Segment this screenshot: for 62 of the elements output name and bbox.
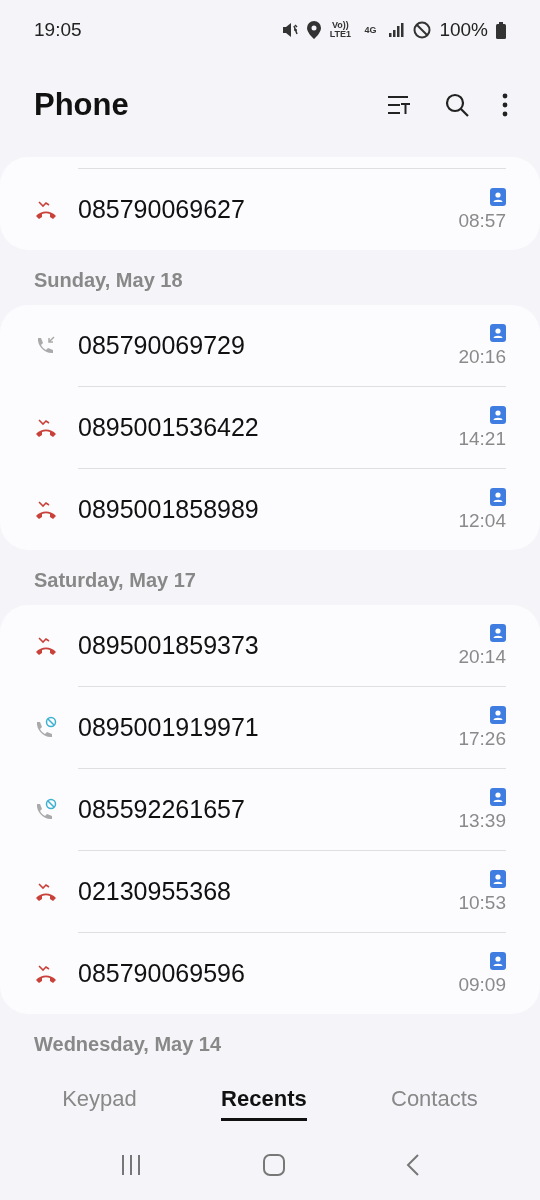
call-log-row[interactable]: 085592261657 13:39 [78,768,506,850]
signal-icon [389,23,406,37]
phone-number: 0895001536422 [78,413,260,442]
call-log-row[interactable]: 02130955368 10:53 [78,850,506,932]
contact-card-icon [490,323,506,342]
search-icon [444,91,470,118]
date-header: Saturday, May 17 [33,568,197,593]
date-header: Sunday, May 18 [33,268,184,293]
call-time: 17:26 [458,727,506,750]
location-icon [307,21,322,39]
contact-card-icon [490,951,506,970]
blocked-call-icon [34,797,58,822]
call-log-row[interactable]: 085790069729 20:16 [0,305,540,386]
more-icon [502,92,508,117]
call-log-row[interactable]: 085790069596 09:09 [78,932,506,1014]
call-time: 08:57 [458,209,506,232]
call-time: 10:53 [458,891,506,914]
call-log-row[interactable]: 0895001536422 14:21 [78,386,506,468]
missed-call-icon [34,634,58,657]
status-time: 19:05 [34,19,82,41]
phone-number: 0895001858989 [78,495,260,524]
call-time: 20:16 [458,345,506,368]
missed-call-icon [34,962,58,985]
call-time: 20:14 [458,645,506,668]
back-icon [404,1153,421,1177]
mute-icon [281,22,300,38]
call-time: 14:21 [458,427,506,450]
missed-call-icon [34,880,58,903]
missed-call-icon [34,198,58,221]
phone-number: 02130955368 [78,877,232,906]
call-time: 13:39 [458,809,506,832]
phone-number: 085790069627 [78,195,246,224]
call-log-row[interactable]: 0895001919971 17:26 [78,686,506,768]
call-log-row[interactable]: 0895001858989 12:04 [78,468,506,550]
contact-card-icon [490,405,506,424]
missed-call-icon [34,416,58,439]
bottom-tab[interactable]: Recents [221,1078,307,1121]
call-log-row[interactable]: 085790069627 08:57 [78,168,506,250]
contact-card-icon [490,187,506,206]
phone-number: 0895001919971 [78,713,260,742]
do-not-disturb-icon [413,21,432,39]
volte-label: Vo)) LTE1 [329,21,352,39]
network-label: 4G [363,25,378,35]
contact-card-icon [490,787,506,806]
call-time: 09:09 [458,973,506,996]
app-title: Phone [34,86,129,123]
battery-percent: 100% [439,19,488,41]
date-header: Wednesday, May 14 [33,1032,223,1057]
contact-card-icon [490,487,506,506]
contact-card-icon [490,869,506,888]
home-icon [262,1153,286,1177]
phone-number: 085592261657 [78,795,246,824]
phone-number: 085790069729 [78,331,246,360]
phone-number: 085790069596 [78,959,246,988]
battery-icon [496,21,506,39]
contact-card-icon [490,623,506,642]
missed-call-icon [34,498,58,521]
call-time: 12:04 [458,509,506,532]
contact-card-icon [490,705,506,724]
call-log-row[interactable]: 0895001859373 20:14 [0,605,540,686]
blocked-call-icon [34,715,58,740]
phone-number: 0895001859373 [78,631,260,660]
